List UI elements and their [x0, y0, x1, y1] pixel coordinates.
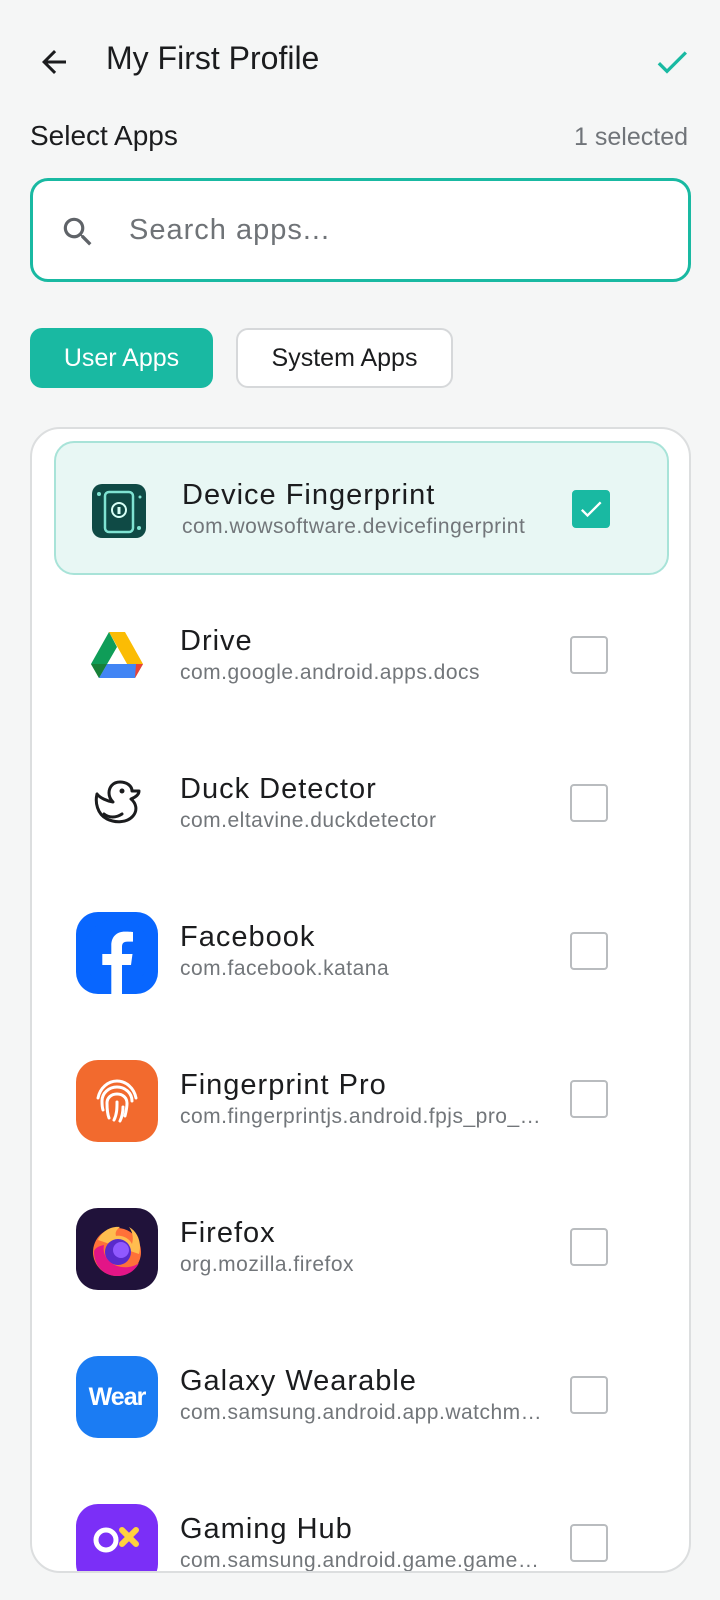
- app-name: Firefox: [180, 1217, 276, 1249]
- list-item[interactable]: Drive com.google.android.apps.docs: [54, 589, 669, 723]
- list-item[interactable]: Device Fingerprint com.wowsoftware.devic…: [54, 441, 669, 575]
- section-title: Select Apps: [30, 120, 178, 151]
- back-button[interactable]: [28, 36, 80, 88]
- app-package: com.samsung.android.game.gamehome: [180, 1549, 550, 1572]
- app-checkbox[interactable]: [570, 1524, 608, 1562]
- list-item[interactable]: Wear Galaxy Wearable com.samsung.android…: [54, 1329, 669, 1463]
- app-name: Drive: [180, 625, 253, 657]
- facebook-icon: [76, 912, 158, 994]
- app-checkbox[interactable]: [570, 1228, 608, 1266]
- app-list[interactable]: Device Fingerprint com.wowsoftware.devic…: [30, 427, 691, 1573]
- app-checkbox[interactable]: [572, 490, 610, 528]
- arrow-left-icon: [42, 50, 66, 74]
- app-package: com.google.android.apps.docs: [180, 661, 481, 684]
- app-name: Fingerprint Pro: [180, 1069, 387, 1101]
- page-title: My First Profile: [106, 40, 320, 76]
- tab-system-apps[interactable]: System Apps: [236, 328, 453, 388]
- fingerprint-icon: [76, 1060, 158, 1142]
- app-package: com.eltavine.duckdetector: [180, 809, 437, 832]
- app-name: Gaming Hub: [180, 1513, 353, 1545]
- search-box[interactable]: [30, 178, 691, 282]
- app-name: Duck Detector: [180, 773, 377, 805]
- app-package: com.samsung.android.app.watchmanager: [180, 1401, 550, 1424]
- app-package: com.wowsoftware.devicefingerprint: [182, 515, 526, 538]
- top-app-bar: My First Profile: [0, 0, 720, 120]
- gaming-hub-icon: [76, 1504, 158, 1571]
- search-input[interactable]: [129, 199, 669, 261]
- app-checkbox[interactable]: [570, 1080, 608, 1118]
- check-icon: [657, 51, 687, 74]
- app-name: Facebook: [180, 921, 316, 953]
- app-name: Device Fingerprint: [182, 479, 436, 511]
- app-checkbox[interactable]: [570, 932, 608, 970]
- tab-user-apps[interactable]: User Apps: [30, 328, 213, 388]
- device-fingerprint-icon: [78, 470, 160, 552]
- app-package: org.mozilla.firefox: [180, 1253, 355, 1276]
- search-icon: [63, 217, 92, 246]
- app-name: Galaxy Wearable: [180, 1365, 417, 1397]
- app-checkbox[interactable]: [570, 1376, 608, 1414]
- app-package: com.facebook.katana: [180, 957, 390, 980]
- google-drive-icon: [76, 616, 158, 698]
- firefox-icon: [76, 1208, 158, 1290]
- list-item[interactable]: Facebook com.facebook.katana: [54, 885, 669, 1019]
- app-checkbox[interactable]: [570, 784, 608, 822]
- list-item[interactable]: Fingerprint Pro com.fingerprintjs.androi…: [54, 1033, 669, 1167]
- app-checkbox[interactable]: [570, 636, 608, 674]
- list-item[interactable]: Firefox org.mozilla.firefox: [54, 1181, 669, 1315]
- duck-icon: [76, 764, 158, 846]
- selected-count: 1 selected: [574, 123, 688, 151]
- wear-icon: Wear: [76, 1356, 158, 1438]
- confirm-button[interactable]: [646, 36, 698, 88]
- list-item[interactable]: Duck Detector com.eltavine.duckdetector: [54, 737, 669, 871]
- list-item[interactable]: Gaming Hub com.samsung.android.game.game…: [54, 1477, 669, 1572]
- wear-icon-label: Wear: [88, 1382, 147, 1411]
- check-icon: [580, 501, 602, 518]
- app-package: com.fingerprintjs.android.fpjs_pro_demo: [180, 1105, 550, 1128]
- section-header: Select Apps 1 selected: [30, 118, 690, 158]
